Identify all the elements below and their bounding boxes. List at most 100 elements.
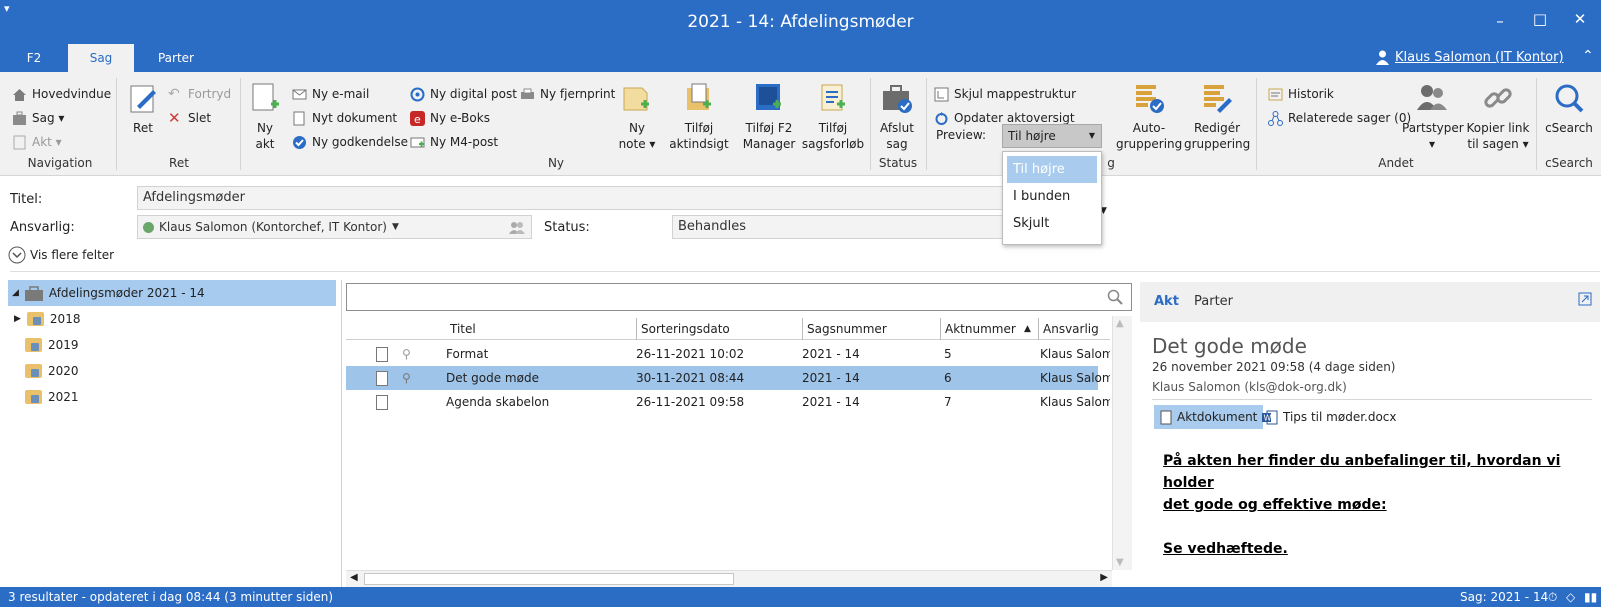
preview-tab-parter[interactable]: Parter — [1194, 294, 1233, 309]
pane-splitter[interactable] — [341, 280, 342, 587]
tilfoej-aktindsigt-button[interactable]: Tilføj aktindsigt — [668, 82, 730, 152]
titel-field[interactable]: Afdelingsmøder — [137, 186, 1009, 210]
edit-icon — [130, 85, 156, 113]
aktdokument-tab[interactable]: Aktdokument — [1154, 405, 1264, 429]
dropdown-option-skjult[interactable]: Skjult — [1003, 210, 1101, 237]
historik-button[interactable]: Historik — [1268, 82, 1411, 106]
relaterede-sager-button[interactable]: Relaterede sager (0) — [1268, 106, 1411, 130]
attachment-tab[interactable]: W Tips til møder.docx — [1262, 405, 1397, 429]
collapse-arrow-icon[interactable]: ◢ — [12, 280, 19, 306]
andet-group: Historik Relaterede sager (0) — [1268, 82, 1411, 130]
party-types-icon — [1417, 85, 1447, 110]
ribbon: Hovedvindue Sag ▾ Akt ▾ Navigation Ret ↶… — [0, 72, 1601, 176]
ny-fjernprint-button[interactable]: Ny fjernprint — [520, 82, 615, 106]
search-icon[interactable] — [1107, 289, 1123, 305]
partstyper-button[interactable]: Partstyper ▾ — [1402, 82, 1464, 152]
separator — [870, 78, 871, 170]
rediger-gruppering-button[interactable]: Redigér gruppering — [1184, 82, 1250, 152]
eboks-icon: e — [410, 110, 425, 126]
col-ansvarlig[interactable]: Ansvarlig — [1038, 318, 1110, 340]
scroll-right-icon[interactable]: ▶ — [1100, 572, 1108, 583]
dropdown-option-til-hoejre[interactable]: Til højre — [1007, 156, 1097, 183]
preview-dropdown-list: Til højre I bunden Skjult — [1002, 151, 1102, 245]
slet-button[interactable]: ✕ Slet — [168, 106, 231, 130]
home-icon — [13, 88, 26, 101]
close-button[interactable]: ✕ — [1565, 10, 1595, 28]
preview-date: 26 november 2021 09:58 (4 dage siden) — [1152, 360, 1396, 374]
ny-m4-post-button[interactable]: Ny M4-post — [410, 130, 517, 154]
ny-digital-post-button[interactable]: Ny digital post — [410, 82, 517, 106]
table-row-selected[interactable]: ⚲ Det gode møde 30-11-2021 08:44 2021 - … — [346, 366, 1110, 390]
grid-header: Titel Sorteringsdato Sagsnummer Aktnumme… — [346, 318, 1110, 340]
separator — [926, 78, 927, 170]
tree-root-label: Afdelingsmøder 2021 - 14 — [48, 286, 205, 300]
vertical-scrollbar[interactable]: ▲ ▼ — [1112, 316, 1132, 570]
timer-icon[interactable]: ⏱ — [1548, 587, 1557, 607]
col-sorteringsdato[interactable]: Sorteringsdato — [636, 318, 792, 340]
scroll-up-icon[interactable]: ▲ — [1116, 318, 1124, 329]
csearch-button[interactable]: cSearch — [1540, 82, 1598, 136]
tilfoej-sagsforloeb-button[interactable]: Tilføj sagsforløb — [800, 82, 866, 152]
chevron-down-icon[interactable]: ▼ — [392, 216, 399, 238]
tab-sag[interactable]: Sag — [68, 44, 134, 72]
collapse-ribbon-icon[interactable]: ⌃ — [1582, 48, 1594, 64]
afslut-sag-button[interactable]: Afslut sag — [876, 82, 918, 152]
user-link[interactable]: Klaus Salomon (IT Kontor) — [1376, 50, 1564, 65]
akt-search-input[interactable] — [351, 285, 1091, 309]
maximize-button[interactable]: □ — [1525, 10, 1555, 28]
table-row[interactable]: Agenda skabelon 26-11-2021 09:58 2021 - … — [346, 390, 1110, 414]
scroll-left-icon[interactable]: ◀ — [350, 572, 358, 583]
tab-parter[interactable]: Parter — [146, 44, 206, 72]
col-sagsnummer[interactable]: Sagsnummer — [802, 318, 930, 340]
scroll-down-icon[interactable]: ▼ — [1116, 557, 1124, 568]
ny-eboks-button[interactable]: e Ny e-Boks — [410, 106, 517, 130]
ny-godkendelse-button[interactable]: Ny godkendelse — [292, 130, 408, 154]
tab-f2[interactable]: F2 — [12, 44, 56, 72]
akt-menu-button[interactable]: Akt ▾ — [12, 130, 111, 154]
akt-search-box[interactable] — [346, 283, 1132, 311]
ny-email-button[interactable]: Ny e-mail — [292, 82, 408, 106]
pause-icon[interactable]: ▮▮ — [1584, 587, 1597, 607]
kopier-link-button[interactable]: Kopier link til sagen ▾ — [1466, 82, 1530, 152]
popout-icon[interactable] — [1578, 292, 1592, 306]
skjul-mappestruktur-button[interactable]: Skjul mappestruktur — [934, 82, 1076, 106]
preview-tab-akt[interactable]: Akt — [1154, 294, 1179, 309]
dropdown-option-i-bunden[interactable]: I bunden — [1003, 183, 1101, 210]
tree-item-2018[interactable]: ▶ 2018 — [8, 306, 336, 332]
new-doc-icon — [293, 111, 305, 125]
preview-select[interactable]: Til højre ▼ — [1002, 124, 1102, 148]
col-titel[interactable]: Titel — [450, 318, 626, 340]
minimize-button[interactable]: – — [1485, 12, 1515, 30]
vis-flere-felter-toggle[interactable]: Vis flere felter — [8, 246, 114, 264]
ansvarlig-label: Ansvarlig: — [10, 220, 75, 235]
document-icon — [376, 395, 388, 410]
new-document-icon — [252, 83, 279, 111]
tag-icon[interactable]: ◇ — [1566, 587, 1575, 607]
persons-icon[interactable] — [509, 221, 525, 234]
tilfoej-f2-manager-button[interactable]: Tilføj F2 Manager — [740, 82, 798, 152]
delete-icon: ✕ — [168, 108, 181, 127]
auto-gruppering-button[interactable]: Auto- gruppering — [1116, 82, 1182, 152]
tree-item-2020[interactable]: 2020 — [8, 358, 336, 384]
nyt-dokument-button[interactable]: Nyt dokument — [292, 106, 408, 130]
table-row[interactable]: ⚲ Format 26-11-2021 10:02 2021 - 14 5 Kl… — [346, 342, 1110, 366]
status-field[interactable]: Behandles — [672, 215, 1008, 239]
separator — [116, 78, 117, 170]
ny-note-button[interactable]: Ny note ▾ — [616, 82, 658, 152]
tree-root[interactable]: ◢ Afdelingsmøder 2021 - 14 — [8, 280, 336, 306]
col-aktnummer[interactable]: Aktnummer — [940, 318, 1036, 340]
user-name: Klaus Salomon (IT Kontor) — [1395, 50, 1564, 65]
tree-item-2021[interactable]: 2021 — [8, 384, 336, 410]
scroll-thumb[interactable] — [364, 573, 734, 585]
approval-icon — [293, 135, 306, 149]
hovedvindue-button[interactable]: Hovedvindue — [12, 82, 111, 106]
ansvarlig-field[interactable]: Klaus Salomon (Kontorchef, IT Kontor) ▼ — [137, 215, 532, 239]
window-title: 2021 - 14: Afdelingsmøder — [687, 12, 914, 32]
expand-arrow-icon[interactable]: ▶ — [14, 306, 21, 332]
ny-akt-button[interactable]: Ny akt — [248, 82, 282, 152]
tree-item-2019[interactable]: 2019 — [8, 332, 336, 358]
ret-button[interactable]: Ret — [124, 82, 162, 136]
horizontal-scrollbar[interactable]: ◀ ▶ — [346, 570, 1112, 587]
sag-menu-button[interactable]: Sag ▾ — [12, 106, 111, 130]
fortryd-button[interactable]: ↶ Fortryd — [168, 82, 231, 106]
